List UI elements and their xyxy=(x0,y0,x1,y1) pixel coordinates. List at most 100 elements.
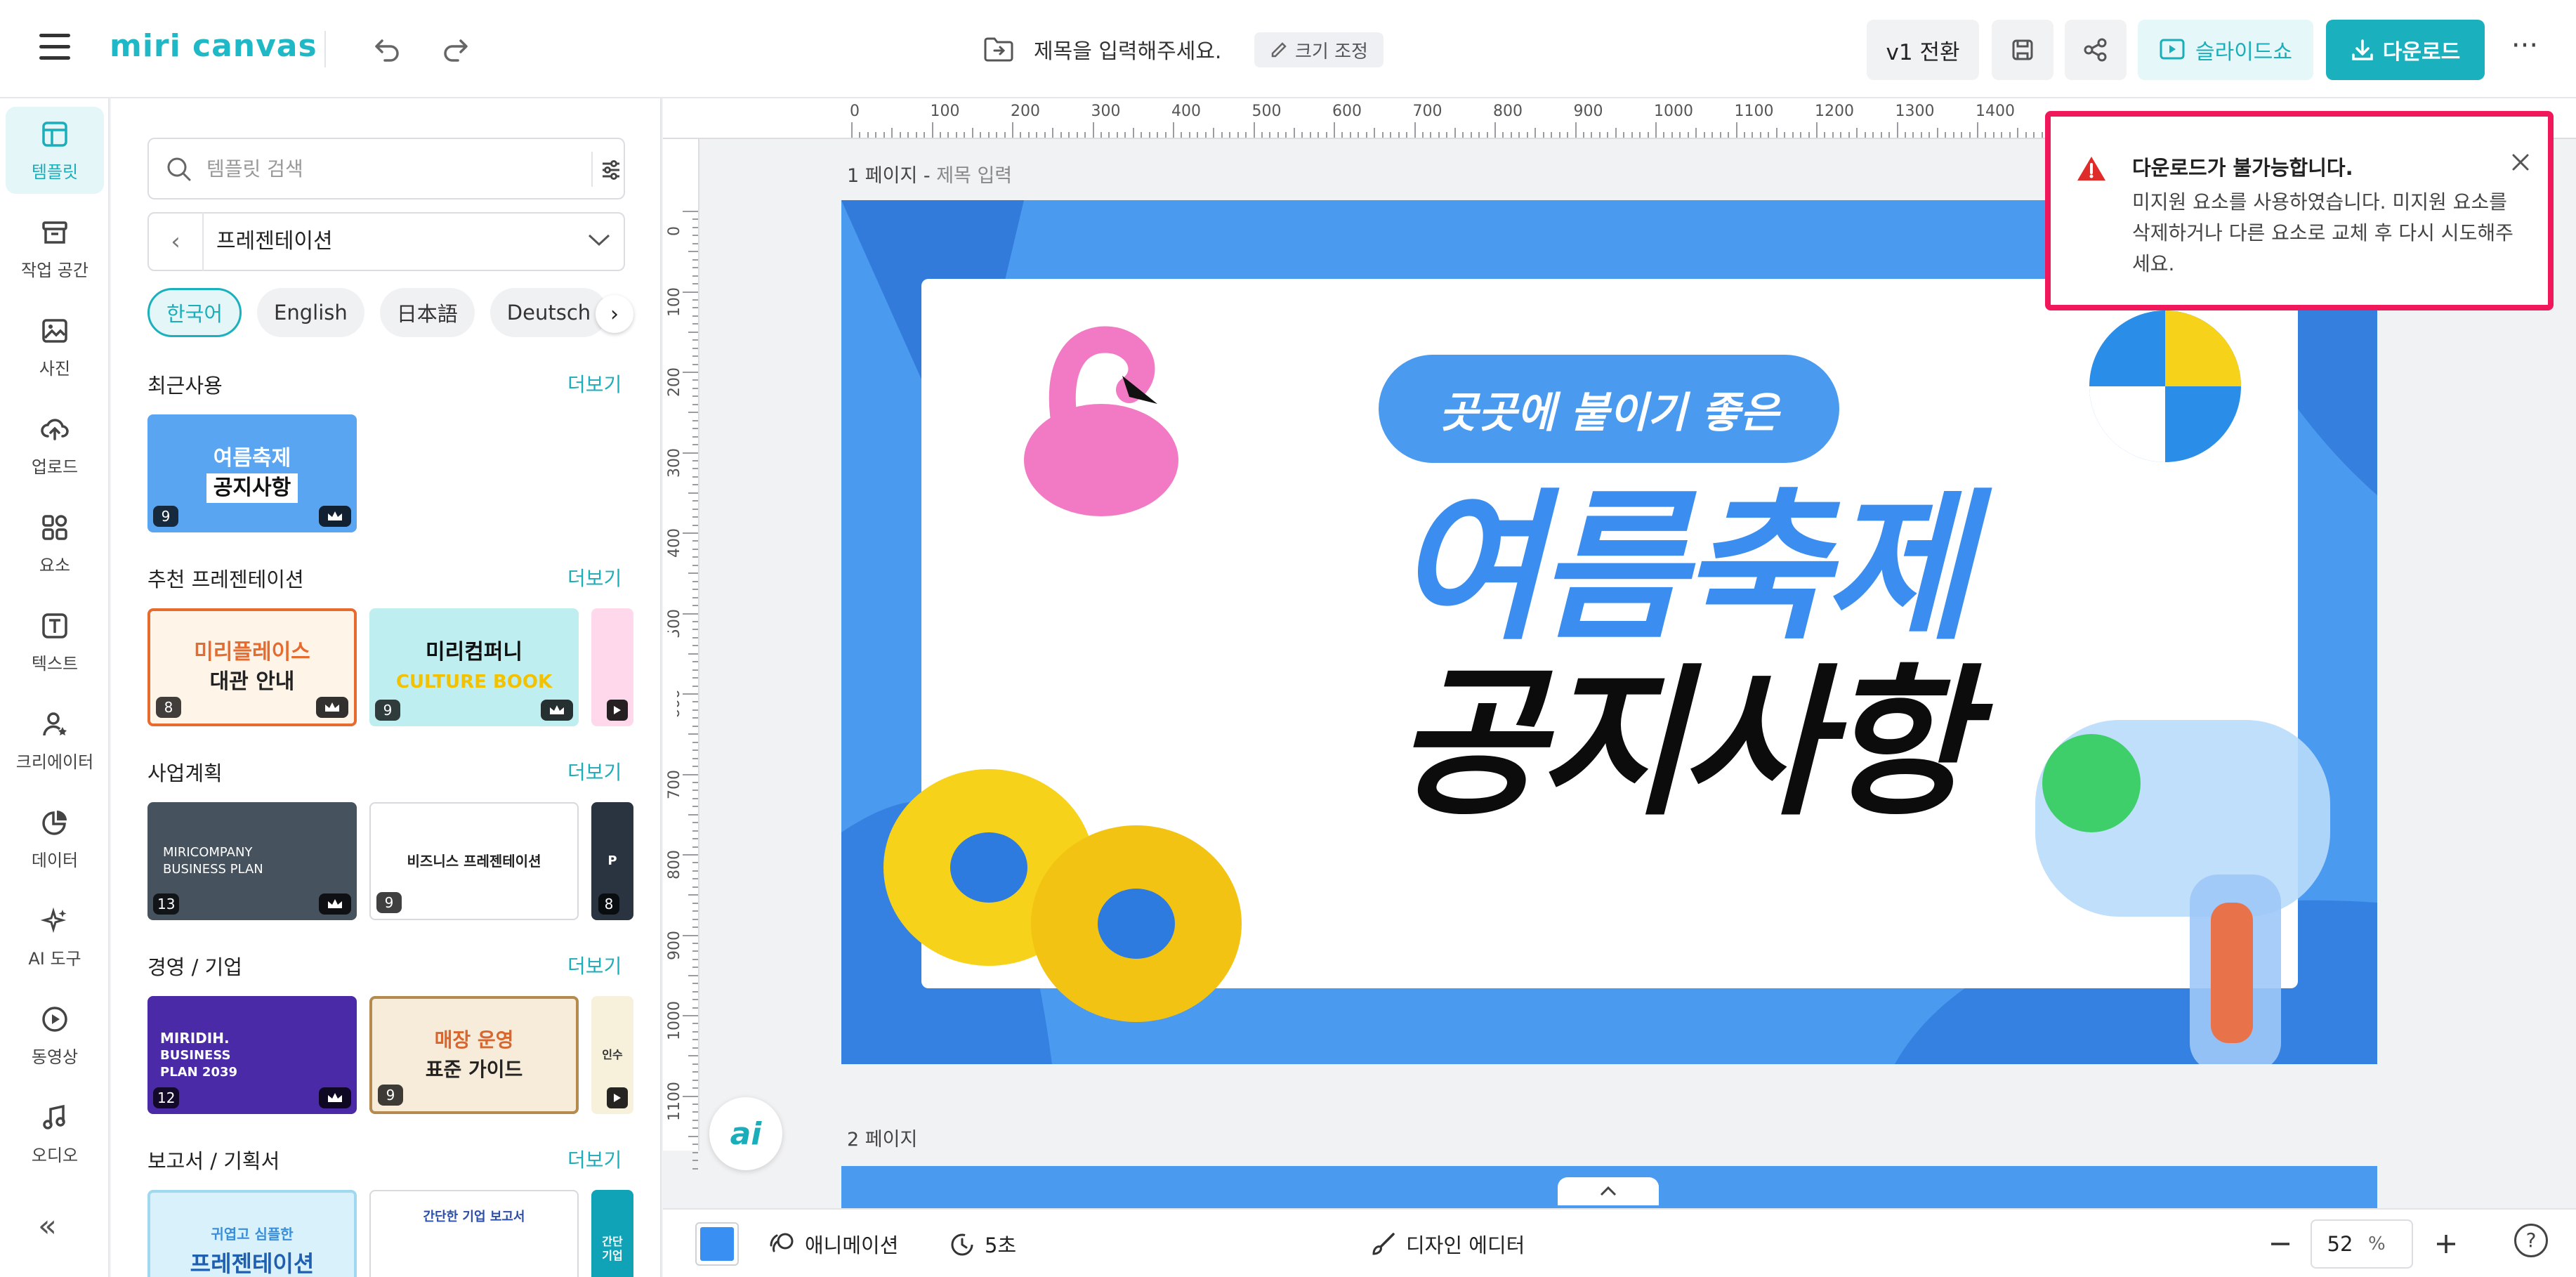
rail-item-upload[interactable]: 업로드 xyxy=(6,402,104,489)
ruler-tick-label: 800 xyxy=(666,850,683,879)
brush-icon xyxy=(1372,1233,1395,1255)
rail-item-text[interactable]: 텍스트 xyxy=(6,598,104,686)
ruler-tick xyxy=(692,636,698,638)
category-dropdown[interactable]: ‹ 프레젠테이션 xyxy=(147,212,625,271)
rail-item-workspace[interactable]: 작업 공간 xyxy=(6,205,104,292)
design-editor-button[interactable]: 디자인 에디터 xyxy=(1369,1226,1525,1262)
page-1-label[interactable]: 1 페이지 - 제목 입력 xyxy=(847,160,1012,188)
folder-move-icon xyxy=(984,37,1013,62)
help-icon[interactable]: ? xyxy=(2514,1224,2548,1257)
slide-tagline[interactable]: 곳곳에 붙이기 좋은 xyxy=(1379,355,1839,463)
ruler-tick xyxy=(692,1160,698,1162)
ruler-tick xyxy=(1141,132,1143,138)
ruler-tick xyxy=(1301,132,1303,138)
template-thumbnail[interactable] xyxy=(591,608,633,726)
ruler-tick xyxy=(964,132,966,138)
template-thumbnail[interactable]: 인수 xyxy=(591,996,633,1114)
ruler-tick-label: 400 xyxy=(666,528,683,558)
more-link[interactable]: 더보기 xyxy=(567,369,622,398)
more-link[interactable]: 더보기 xyxy=(567,757,622,785)
ruler-tick xyxy=(1631,132,1633,138)
rail-item-data[interactable]: 데이터 xyxy=(6,795,104,882)
rail-item-elements[interactable]: 요소 xyxy=(6,500,104,587)
more-link[interactable]: 더보기 xyxy=(567,563,622,591)
template-thumbnail[interactable]: MIRIDIH. BUSINESS PLAN 2039 12 xyxy=(147,996,357,1114)
slide-1[interactable]: 곳곳에 붙이기 좋은 여름축제 공지사항 xyxy=(841,200,2377,1064)
rail-item-label: 텍스트 xyxy=(31,653,79,674)
template-thumbnail[interactable]: 간단한 기업 보고서 xyxy=(369,1190,579,1277)
page-2-label[interactable]: 2 페이지 xyxy=(847,1124,917,1151)
language-chip-german[interactable]: Deutsch xyxy=(489,288,608,337)
page-title-input[interactable]: 제목 입력 xyxy=(936,165,1012,187)
rail-item-creator[interactable]: 크리에이터 xyxy=(6,697,104,784)
template-thumbnail[interactable]: 미리컴퍼니 CULTURE BOOK 9 xyxy=(369,608,579,726)
beach-ball-image[interactable] xyxy=(2084,306,2246,467)
template-thumbnail[interactable]: 귀엽고 심플한 프레젠테이션 xyxy=(147,1190,357,1277)
ai-assistant-button[interactable]: ai xyxy=(709,1097,782,1170)
zoom-out-icon[interactable] xyxy=(2268,1226,2292,1262)
more-link[interactable]: 더보기 xyxy=(567,951,622,979)
chevron-up-icon[interactable] xyxy=(1558,1177,1659,1205)
flamingo-float-image[interactable] xyxy=(1010,320,1192,530)
ruler-tick xyxy=(1341,132,1343,138)
redo-icon[interactable] xyxy=(435,31,475,67)
app-logo[interactable]: miri canvas xyxy=(110,28,317,64)
duration-button[interactable]: 5초 xyxy=(948,1226,1016,1262)
rail-item-template[interactable]: 템플릿 xyxy=(6,107,104,194)
panel-resize-handle[interactable] xyxy=(663,632,677,738)
float-ring-image[interactable] xyxy=(883,748,1249,1043)
template-thumbnail[interactable]: 간단 기업 xyxy=(591,1190,633,1277)
ruler-tick xyxy=(947,132,949,138)
language-chip-japanese[interactable]: 日本語 xyxy=(379,288,475,337)
template-thumbnail[interactable]: MIRICOMPANY BUSINESS PLAN 13 xyxy=(147,802,357,920)
collapse-panel-icon[interactable]: « xyxy=(38,1208,57,1244)
more-link[interactable]: 더보기 xyxy=(567,1145,622,1173)
category-back-icon[interactable]: ‹ xyxy=(149,228,202,256)
slide-subheadline[interactable]: 공지사항 xyxy=(1277,653,2084,836)
rail-item-ai-tools[interactable]: AI 도구 xyxy=(6,893,104,981)
document-title[interactable]: 제목을 입력해주세요. xyxy=(983,31,1221,67)
cloud-upload-icon xyxy=(39,414,70,445)
search-input[interactable] xyxy=(206,152,544,185)
more-options-icon[interactable]: ··· xyxy=(2500,28,2549,70)
header-divider xyxy=(324,31,326,67)
template-thumbnail[interactable]: 비즈니스 프레젠테이션 9 xyxy=(369,802,579,920)
page-count-badge: 9 xyxy=(378,1085,403,1106)
rail-item-video[interactable]: 동영상 xyxy=(6,992,104,1079)
share-button[interactable] xyxy=(2065,20,2127,80)
close-icon[interactable] xyxy=(2509,150,2532,174)
hamburger-menu-icon[interactable] xyxy=(39,34,70,62)
rail-item-photo[interactable]: 사진 xyxy=(6,303,104,391)
template-thumbnail[interactable]: 여름축제 공지사항 9 xyxy=(147,414,357,532)
ruler-tick xyxy=(692,677,698,679)
ruler-tick xyxy=(1880,132,1882,138)
ruler-tick xyxy=(915,132,917,138)
language-chip-korean[interactable]: 한국어 xyxy=(147,288,242,337)
slideshow-button[interactable]: 슬라이드쇼 xyxy=(2138,20,2313,80)
language-chip-english[interactable]: English xyxy=(257,288,364,337)
ruler-tick xyxy=(692,1047,698,1049)
ruler-tick xyxy=(688,894,698,896)
background-color-swatch[interactable] xyxy=(695,1222,739,1266)
zoom-unit: % xyxy=(2368,1233,2386,1255)
ruler-tick-label: 900 xyxy=(666,930,683,960)
v1-switch-button[interactable]: v1 전환 xyxy=(1867,20,1979,80)
filter-icon[interactable] xyxy=(598,157,624,183)
ruler-tick xyxy=(1961,132,1963,138)
chevron-right-icon[interactable]: › xyxy=(596,295,633,333)
zoom-in-icon[interactable] xyxy=(2434,1226,2458,1262)
rail-item-audio[interactable]: 오디오 xyxy=(6,1090,104,1177)
slide-headline[interactable]: 여름축제 xyxy=(1277,478,2084,660)
download-button[interactable]: 다운로드 xyxy=(2326,20,2485,80)
animation-button[interactable]: 애니메이션 xyxy=(768,1226,898,1262)
template-thumbnail[interactable]: P 8 xyxy=(591,802,633,920)
undo-icon[interactable] xyxy=(368,31,407,67)
ruler-tick xyxy=(2009,132,2011,138)
resize-button[interactable]: 크기 조정 xyxy=(1254,32,1384,67)
ruler-tick xyxy=(688,974,698,976)
template-thumbnail[interactable]: 매장 운영 표준 가이드 9 xyxy=(369,996,579,1114)
save-button[interactable] xyxy=(1992,20,2053,80)
template-thumbnail[interactable]: 미리플레이스 대관 안내 8 xyxy=(147,608,357,726)
ruler-tick xyxy=(1816,122,1818,138)
zoom-input[interactable] xyxy=(2312,1232,2368,1256)
